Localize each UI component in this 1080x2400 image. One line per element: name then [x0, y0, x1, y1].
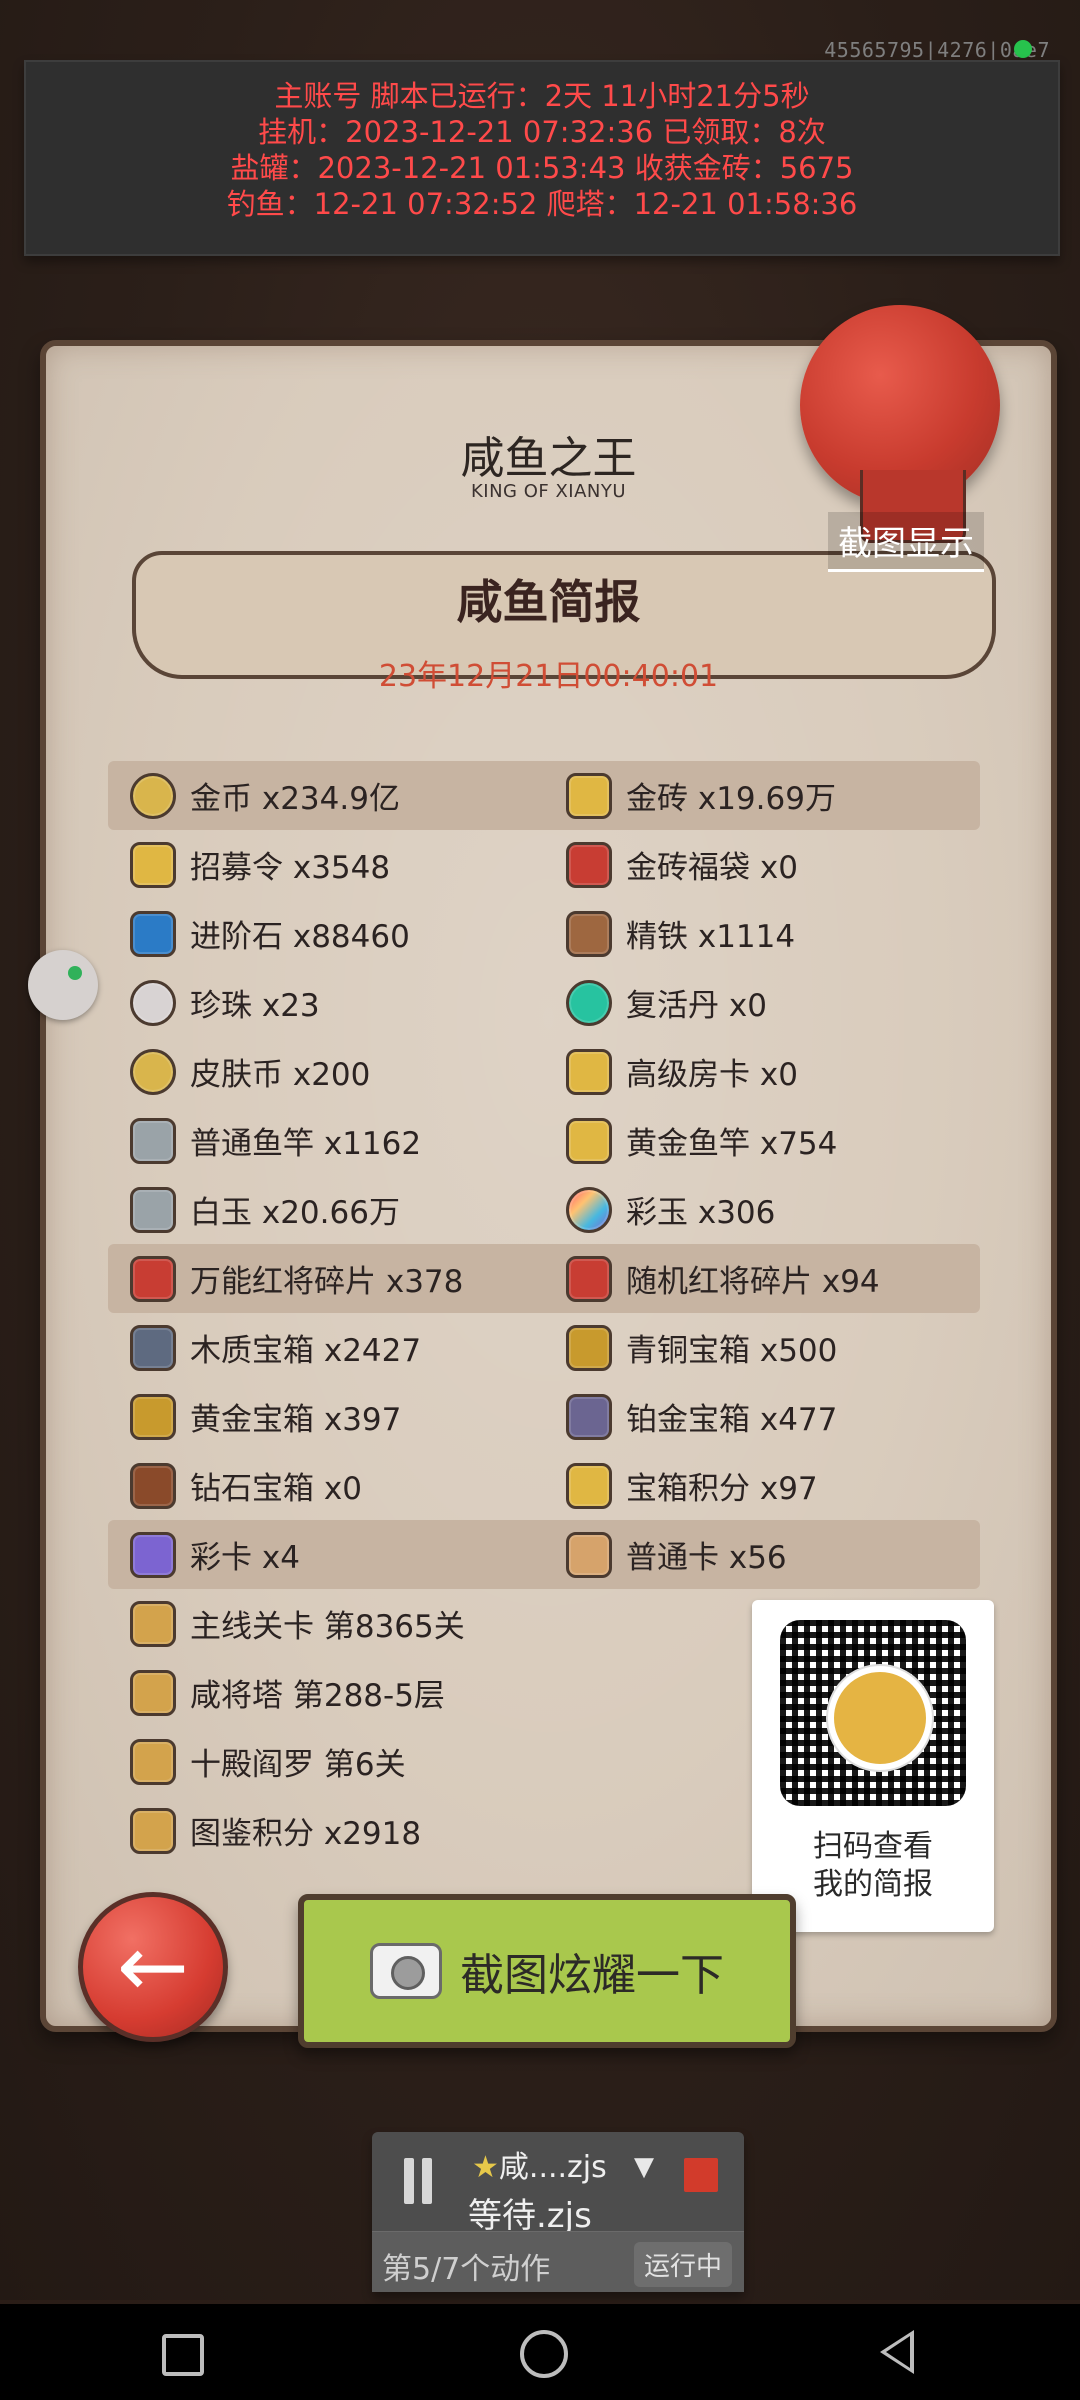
golden-chest-icon	[130, 1393, 176, 1440]
white-jade-icon	[130, 1186, 176, 1233]
back-button[interactable]: ←	[78, 1892, 228, 2042]
rainbow-jade-icon	[566, 1186, 612, 1233]
gold-brick-icon	[566, 772, 612, 819]
resource-row: 木质宝箱 x2427 青铜宝箱 x500	[108, 1313, 980, 1382]
status-dot	[1014, 40, 1032, 58]
tower-icon	[130, 1669, 176, 1716]
refined-iron-icon	[566, 910, 612, 957]
resource-item: 彩玉 x306	[544, 1186, 980, 1233]
rainbow-card-icon	[130, 1531, 176, 1578]
skin-coin-icon	[130, 1048, 176, 1095]
normal-card-icon	[566, 1531, 612, 1578]
gold-brick-bag-icon	[566, 841, 612, 888]
resource-item: 钻石宝箱 x0	[108, 1462, 544, 1509]
resource-item: 万能红将碎片 x378	[108, 1255, 544, 1302]
resource-item: 皮肤币 x200	[108, 1048, 544, 1095]
share-button-label: 截图炫耀一下	[460, 1950, 724, 2001]
resource-row: 进阶石 x88460 精铁 x1114	[108, 899, 980, 968]
floating-control-button[interactable]	[28, 950, 98, 1020]
stop-button[interactable]	[684, 2158, 718, 2192]
overlay-line-3: 盐罐：2023-12-21 01:53:43 收获金砖：5675	[230, 151, 854, 185]
home-button[interactable]	[520, 2330, 568, 2378]
script-status: 等待.zjs	[468, 2196, 592, 2236]
script-overlay: 主账号 脚本已运行：2天 11小时21分5秒 挂机：2023-12-21 07:…	[24, 60, 1060, 256]
ten-halls-icon	[130, 1738, 176, 1785]
script-name: ★咸....zjs	[472, 2150, 607, 2185]
resource-item: 精铁 x1114	[544, 910, 980, 957]
resource-item: 普通卡 x56	[544, 1531, 980, 1578]
pause-button[interactable]	[400, 2158, 436, 2204]
star-icon: ★	[472, 2150, 499, 2185]
resource-item: 随机红将碎片 x94	[544, 1255, 980, 1302]
floating-indicator-dot	[68, 966, 82, 980]
script-progress-bar: 第5/7个动作 运行中	[372, 2231, 744, 2292]
coin-icon	[130, 772, 176, 819]
script-progress-text: 第5/7个动作	[382, 2252, 551, 2287]
recent-apps-button[interactable]	[162, 2334, 204, 2376]
qr-logo-icon	[828, 1666, 932, 1770]
wooden-chest-icon	[130, 1324, 176, 1371]
resource-item: 铂金宝箱 x477	[544, 1393, 980, 1440]
resource-item: 珍珠 x23	[108, 979, 544, 1026]
resource-item: 黄金鱼竿 x754	[544, 1117, 980, 1164]
script-runner-panel: ★咸....zjs ▼ 等待.zjs 第5/7个动作 运行中	[372, 2132, 744, 2292]
overlay-line-4: 钓鱼：12-21 07:32:52 爬塔：12-21 01:58:36	[226, 187, 858, 221]
overlay-line-2: 挂机：2023-12-21 07:32:36 已领取：8次	[258, 115, 826, 149]
resource-item: 进阶石 x88460	[108, 910, 544, 957]
qr-caption: 扫码查看 我的简报	[752, 1828, 994, 1904]
recruit-token-icon	[130, 841, 176, 888]
resource-item: 金币 x234.9亿	[108, 772, 544, 819]
qr-caption-line-1: 扫码查看	[813, 1829, 933, 1864]
back-arrow-icon: ←	[116, 1917, 190, 2017]
main-stage-icon	[130, 1600, 176, 1647]
camera-icon	[370, 1943, 442, 1999]
resource-row: 彩卡 x4 普通卡 x56	[108, 1520, 980, 1589]
platinum-chest-icon	[566, 1393, 612, 1440]
resource-row: 钻石宝箱 x0 宝箱积分 x97	[108, 1451, 980, 1520]
qr-card[interactable]: 扫码查看 我的简报	[752, 1600, 994, 1932]
system-back-button[interactable]	[880, 2330, 914, 2374]
resource-row: 皮肤币 x200 高级房卡 x0	[108, 1037, 980, 1106]
resource-row: 白玉 x20.66万 彩玉 x306	[108, 1175, 980, 1244]
resource-item: 木质宝箱 x2427	[108, 1324, 544, 1371]
resource-item: 金砖福袋 x0	[544, 841, 980, 888]
resource-item: 白玉 x20.66万	[108, 1186, 544, 1233]
chevron-down-icon[interactable]: ▼	[634, 2152, 654, 2182]
resource-item: 招募令 x3548	[108, 841, 544, 888]
resource-row: 黄金宝箱 x397 铂金宝箱 x477	[108, 1382, 980, 1451]
share-screenshot-button[interactable]: 截图炫耀一下	[298, 1894, 796, 2048]
resource-item: 彩卡 x4	[108, 1531, 544, 1578]
advance-stone-icon	[130, 910, 176, 957]
golden-fishing-rod-icon	[566, 1117, 612, 1164]
resource-row: 万能红将碎片 x378 随机红将碎片 x94	[108, 1244, 980, 1313]
report-title: 咸鱼简报	[456, 575, 641, 629]
bronze-chest-icon	[566, 1324, 612, 1371]
pearl-icon	[130, 979, 176, 1026]
random-red-general-shard-icon	[566, 1255, 612, 1302]
revive-pill-icon	[566, 979, 612, 1026]
resource-row: 珍珠 x23 复活丹 x0	[108, 968, 980, 1037]
system-nav-bar	[0, 2304, 1080, 2400]
collection-points-icon	[130, 1807, 176, 1854]
resource-item: 普通鱼竿 x1162	[108, 1117, 544, 1164]
overlay-line-1: 主账号 脚本已运行：2天 11小时21分5秒	[274, 79, 810, 113]
premium-room-card-icon	[566, 1048, 612, 1095]
report-date: 23年12月21日00:40:01	[378, 659, 719, 694]
resource-item: 黄金宝箱 x397	[108, 1393, 544, 1440]
running-badge: 运行中	[633, 2242, 732, 2287]
resource-item: 金砖 x19.69万	[544, 772, 980, 819]
resource-row: 金币 x234.9亿 金砖 x19.69万	[108, 761, 980, 830]
resource-row: 招募令 x3548 金砖福袋 x0	[108, 830, 980, 899]
screenshot-show-button[interactable]: 截图显示	[828, 512, 984, 572]
fishing-rod-icon	[130, 1117, 176, 1164]
resource-item: 宝箱积分 x97	[544, 1462, 980, 1509]
chest-points-icon	[566, 1462, 612, 1509]
resource-item: 青铜宝箱 x500	[544, 1324, 980, 1371]
diamond-chest-icon	[130, 1462, 176, 1509]
resource-item: 高级房卡 x0	[544, 1048, 980, 1095]
resource-item: 复活丹 x0	[544, 979, 980, 1026]
universal-red-general-shard-icon	[130, 1255, 176, 1302]
resource-row: 普通鱼竿 x1162 黄金鱼竿 x754	[108, 1106, 980, 1175]
